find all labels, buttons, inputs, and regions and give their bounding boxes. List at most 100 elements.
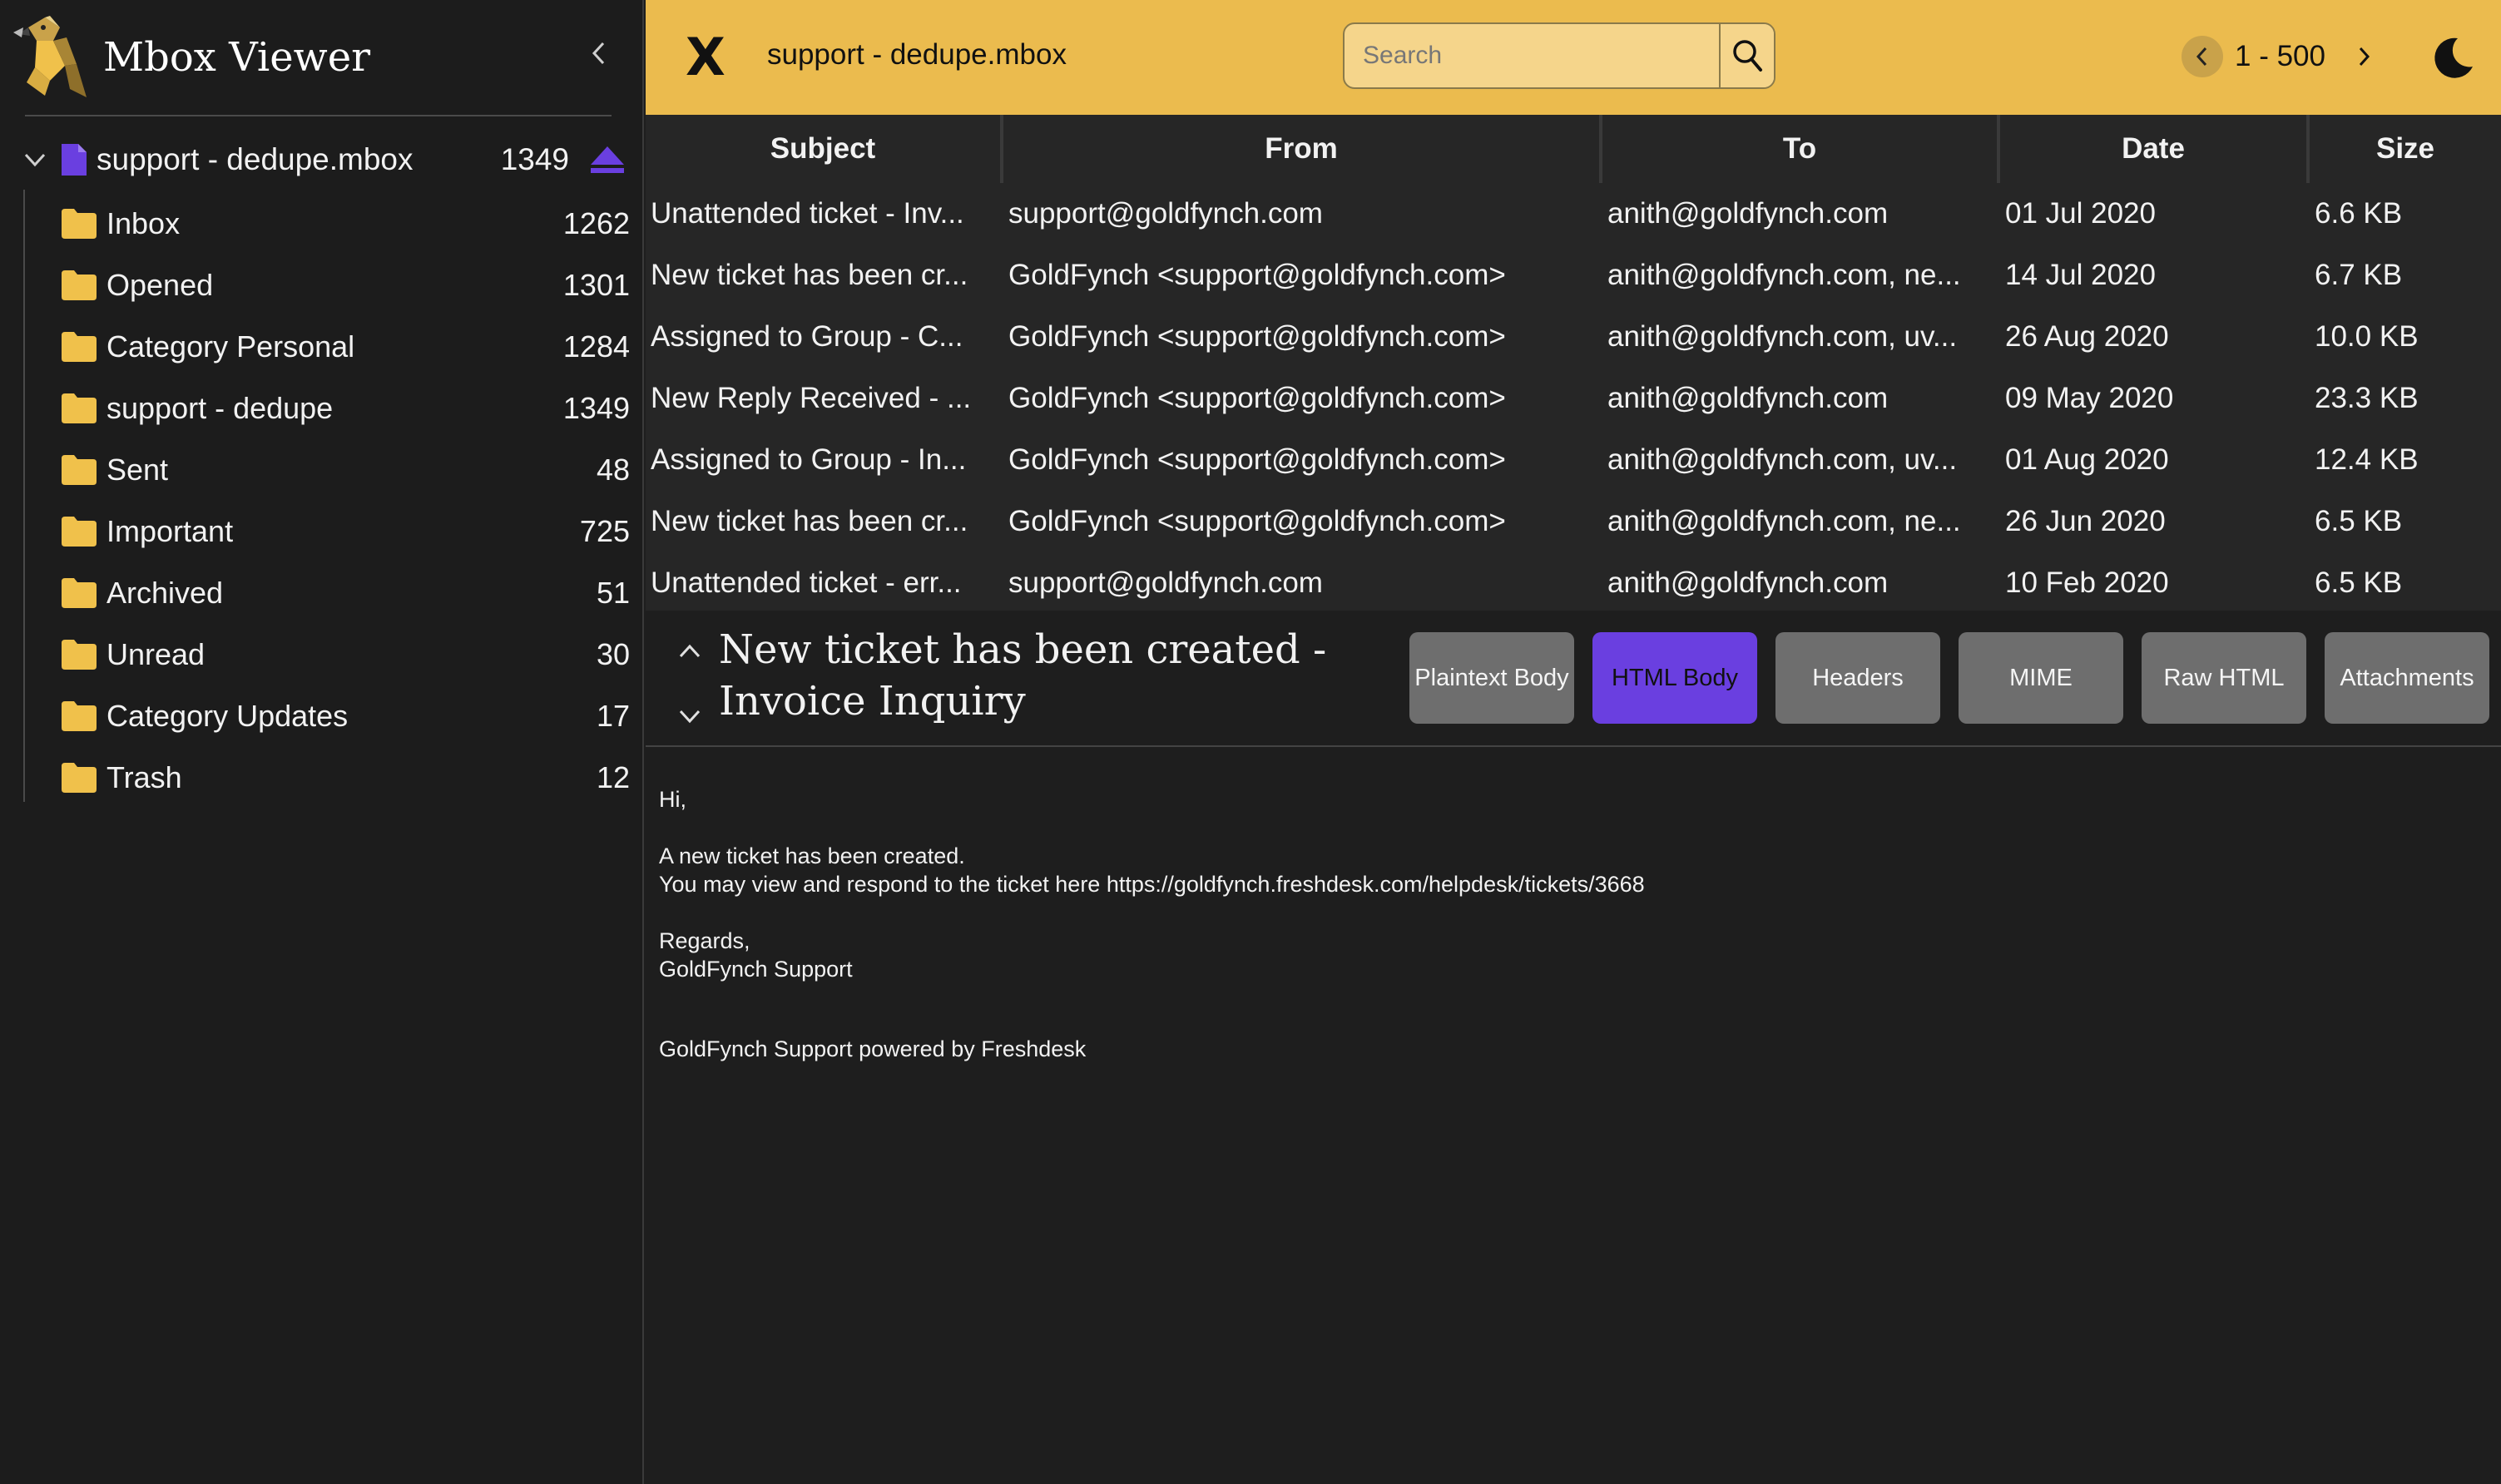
folder-icon (62, 763, 97, 793)
cell-subject: New ticket has been cr... (651, 505, 968, 537)
cell-to: anith@goldfynch.com (1607, 382, 1889, 414)
tab-html-body[interactable]: HTML Body (1592, 632, 1757, 724)
folder-count: 51 (596, 576, 630, 610)
folder-name: Unread (106, 637, 206, 671)
eject-icon[interactable] (589, 143, 626, 176)
cell-size: 6.5 KB (2315, 566, 2403, 599)
cell-to: anith@goldfynch.com, ne... (1607, 259, 1961, 291)
chevron-left-icon (592, 42, 605, 65)
page-range: 1 - 500 (2235, 40, 2325, 72)
folder-item-sent[interactable]: Sent 48 (62, 439, 632, 501)
folder-icon (62, 701, 97, 731)
folder-item-support-dedupe[interactable]: support - dedupe 1349 (62, 378, 632, 439)
folder-list: Inbox 1262 Opened 1301 Category Personal… (62, 193, 632, 809)
folder-name: Category Updates (106, 699, 349, 733)
search-input[interactable] (1345, 24, 1719, 87)
folder-count: 12 (596, 760, 630, 794)
cell-subject: Assigned to Group - C... (651, 320, 963, 353)
body-signature: GoldFynch Support (659, 957, 853, 982)
tab-attachments[interactable]: Attachments (2325, 632, 2489, 724)
table-row[interactable]: New ticket has been cr... GoldFynch <sup… (646, 245, 2501, 306)
cell-to: anith@goldfynch.com (1607, 566, 1889, 599)
next-email-button[interactable] (676, 702, 704, 730)
folder-icon (62, 332, 97, 362)
cell-to: anith@goldfynch.com (1607, 197, 1889, 230)
folder-icon (62, 640, 97, 670)
folder-item-category-updates[interactable]: Category Updates 17 (62, 685, 632, 747)
table-row[interactable]: Assigned to Group - In... GoldFynch <sup… (646, 429, 2501, 491)
folder-icon (62, 393, 97, 423)
folder-count: 17 (596, 699, 630, 733)
body-greeting: Hi, (659, 787, 686, 812)
preview-header: New ticket has been created - Invoice In… (646, 611, 2501, 747)
body-regards: Regards, (659, 928, 750, 953)
folder-count: 725 (579, 514, 630, 548)
folder-item-trash[interactable]: Trash 12 (62, 747, 632, 809)
chevron-down-icon (679, 710, 701, 724)
cell-subject: Unattended ticket - err... (651, 566, 962, 599)
column-header-from[interactable]: From (1003, 115, 1602, 183)
cell-date: 14 Jul 2020 (2005, 259, 2156, 291)
cell-subject: New ticket has been cr... (651, 259, 968, 291)
expand-toggle[interactable] (18, 143, 52, 176)
tab-mime[interactable]: MIME (1959, 632, 2123, 724)
search-button[interactable] (1719, 24, 1774, 87)
table-row[interactable]: Unattended ticket - Inv... support@goldf… (646, 183, 2501, 245)
moon-icon[interactable] (2426, 33, 2476, 83)
next-page-button[interactable] (2347, 36, 2380, 77)
sidebar: Mbox Viewer support - dedupe.mbox 1349 I… (0, 0, 644, 1484)
goldfinch-logo-icon (13, 16, 87, 97)
app-title: Mbox Viewer (103, 34, 371, 81)
file-icon (62, 144, 87, 176)
column-header-date[interactable]: Date (2000, 115, 2310, 183)
email-subject: New ticket has been created - Invoice In… (719, 626, 1327, 725)
folder-item-archived[interactable]: Archived 51 (62, 562, 632, 624)
email-table: Subject From To Date Size Unattended tic… (646, 115, 2501, 611)
body-line: A new ticket has been created. (659, 843, 965, 868)
cell-date: 01 Jul 2020 (2005, 197, 2156, 230)
body-line: You may view and respond to the ticket h… (659, 872, 1645, 897)
file-title: support - dedupe.mbox (767, 38, 1067, 71)
folder-name: support - dedupe (106, 391, 334, 425)
table-row[interactable]: New Reply Received - ... GoldFynch <supp… (646, 368, 2501, 429)
folder-count: 1284 (562, 329, 630, 364)
search-icon (1733, 40, 1762, 72)
brand: Mbox Viewer (12, 12, 370, 103)
top-bar: X support - dedupe.mbox 1 - 500 (646, 0, 2501, 115)
folder-name: Important (106, 514, 234, 548)
folder-item-unread[interactable]: Unread 30 (62, 624, 632, 685)
mbox-file-row[interactable]: support - dedupe.mbox 1349 (18, 136, 626, 183)
table-row[interactable]: New ticket has been cr... GoldFynch <sup… (646, 491, 2501, 552)
table-row[interactable]: Unattended ticket - err... support@goldf… (646, 552, 2501, 614)
cell-subject: Unattended ticket - Inv... (651, 197, 964, 230)
column-header-subject[interactable]: Subject (646, 115, 1003, 183)
cell-date: 09 May 2020 (2005, 382, 2174, 414)
cell-date: 26 Jun 2020 (2005, 505, 2166, 537)
cell-subject: Assigned to Group - In... (651, 443, 967, 476)
table-row[interactable]: Assigned to Group - C... GoldFynch <supp… (646, 306, 2501, 368)
prev-page-button[interactable] (2182, 36, 2223, 77)
tab-headers[interactable]: Headers (1775, 632, 1940, 724)
tab-raw-html[interactable]: Raw HTML (2142, 632, 2306, 724)
mbox-count: 1349 (500, 142, 569, 176)
collapse-sidebar-button[interactable] (582, 37, 616, 70)
folder-item-inbox[interactable]: Inbox 1262 (62, 193, 632, 255)
folder-item-important[interactable]: Important 725 (62, 501, 632, 562)
chevron-right-icon (2359, 47, 2370, 67)
column-header-to[interactable]: To (1602, 115, 2000, 183)
folder-icon (62, 578, 97, 608)
cell-to: anith@goldfynch.com, uv... (1607, 320, 1958, 353)
cell-size: 6.5 KB (2315, 505, 2403, 537)
folder-count: 1262 (562, 206, 630, 240)
folder-item-opened[interactable]: Opened 1301 (62, 255, 632, 316)
cell-from: GoldFynch <support@goldfynch.com> (1008, 259, 1506, 291)
folder-name: Archived (106, 576, 224, 610)
cell-to: anith@goldfynch.com, ne... (1607, 505, 1961, 537)
column-header-size[interactable]: Size (2310, 115, 2501, 183)
sidebar-divider (25, 115, 612, 116)
chevron-down-icon (24, 153, 46, 167)
folder-item-category-personal[interactable]: Category Personal 1284 (62, 316, 632, 378)
previous-email-button[interactable] (676, 637, 704, 665)
close-file-button[interactable]: X (686, 28, 726, 87)
tab-plaintext-body[interactable]: Plaintext Body (1409, 632, 1574, 724)
